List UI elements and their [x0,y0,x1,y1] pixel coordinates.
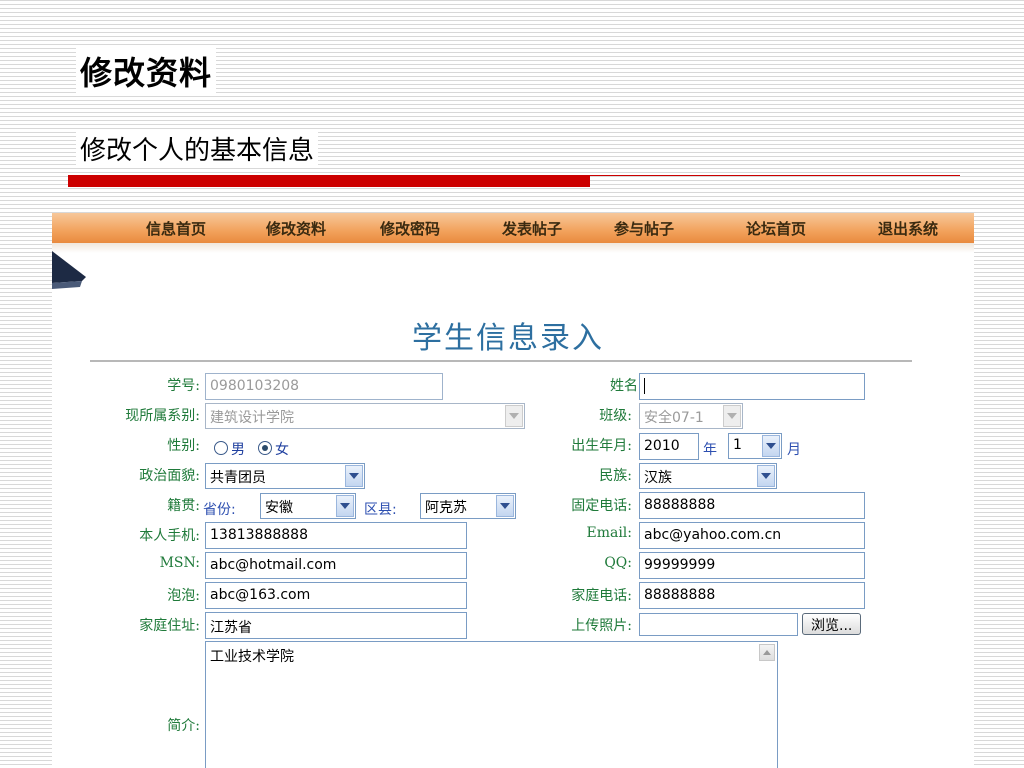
red-divider-thin [590,175,960,176]
name-field[interactable] [639,373,865,400]
mobile-field[interactable]: 13813888888 [205,522,467,549]
browse-button[interactable]: 浏览... [802,613,862,635]
label-department: 现所属系别: [125,408,200,424]
gender-male-radio[interactable] [214,441,228,455]
nav-bar: 信息首页 修改资料 修改密码 发表帖子 参与帖子 论坛首页 退出系统 [52,213,974,243]
qq-field[interactable]: 99999999 [639,552,865,579]
label-name: 姓名 [610,378,638,394]
text-caret [644,378,645,394]
label-native-place: 籍贯: [167,498,200,514]
nav-item-joined-posts[interactable]: 参与帖子 [614,218,674,239]
slide-title: 修改资料 [76,48,217,94]
chevron-down-icon [496,495,514,517]
label-email: Email: [586,525,632,541]
birth-month-value: 1 [733,437,742,453]
nav-item-logout[interactable]: 退出系统 [878,218,938,239]
ethnicity-select[interactable]: 汉族 [639,463,777,489]
red-divider-thick [68,175,590,187]
arrow-decoration-icon [52,251,86,289]
gender-female-label: 女 [275,442,289,458]
nav-item-change-password[interactable]: 修改密码 [380,218,440,239]
label-class: 班级: [599,408,632,424]
paopao-field[interactable]: abc@163.com [205,582,467,609]
label-political: 政治面貌: [139,468,200,484]
chevron-down-icon [762,435,780,457]
province-value: 安徽 [265,500,293,516]
label-gender: 性别: [167,438,200,454]
label-ethnicity: 民族: [599,468,632,484]
chevron-down-icon [723,405,741,427]
photo-path-field[interactable] [639,613,798,636]
label-paopao: 泡泡: [167,588,200,604]
department-select[interactable]: 建筑设计学院 [205,403,525,429]
chevron-down-icon [505,405,523,427]
address-field[interactable]: 江苏省 [205,612,467,639]
province-label: 省份: [203,502,236,518]
label-landline: 固定电话: [571,498,632,514]
chevron-down-icon [345,465,363,487]
gender-male-label: 男 [231,442,245,458]
email-field[interactable]: abc@yahoo.com.cn [639,522,865,549]
year-unit: 年 [703,442,717,458]
chevron-down-icon [757,465,775,487]
class-value: 安全07-1 [644,410,704,426]
nav-item-forum-home[interactable]: 论坛首页 [746,218,806,239]
label-mobile: 本人手机: [139,528,200,544]
msn-field[interactable]: abc@hotmail.com [205,552,467,579]
intro-text: 工业技术学院 [210,649,294,665]
county-select[interactable]: 阿克苏 [420,493,516,519]
label-student-id: 学号: [167,378,200,394]
nav-item-new-post[interactable]: 发表帖子 [502,218,562,239]
label-photo: 上传照片: [571,618,632,634]
province-select[interactable]: 安徽 [260,493,356,519]
home-phone-field[interactable]: 88888888 [639,582,865,609]
label-msn: MSN: [159,555,200,571]
landline-field[interactable]: 88888888 [639,492,865,519]
scroll-up-icon[interactable] [759,644,775,661]
label-birth: 出生年月: [571,438,632,454]
intro-textarea[interactable]: 工业技术学院 [205,641,778,768]
ethnicity-value: 汉族 [644,470,672,486]
county-label: 区县: [364,502,397,518]
form-title: 学生信息录入 [412,321,604,356]
form-screenshot: 信息首页 修改资料 修改密码 发表帖子 参与帖子 论坛首页 退出系统 学生信息录… [52,213,974,768]
class-select[interactable]: 安全07-1 [639,403,743,429]
label-intro: 简介: [167,718,200,734]
political-select[interactable]: 共青团员 [205,463,365,489]
county-value: 阿克苏 [425,500,467,516]
political-value: 共青团员 [210,470,266,486]
birth-month-select[interactable]: 1 [728,433,782,459]
nav-item-info-home[interactable]: 信息首页 [146,218,206,239]
label-address: 家庭住址: [139,618,200,634]
student-id-field[interactable]: 0980103208 [205,373,443,400]
chevron-down-icon [336,495,354,517]
nav-item-edit-profile[interactable]: 修改资料 [266,218,326,239]
birth-year-field[interactable]: 2010 [639,433,699,460]
department-value: 建筑设计学院 [210,410,294,426]
month-unit: 月 [787,442,801,458]
gender-female-radio[interactable] [258,441,272,455]
title-divider [90,360,912,362]
label-qq: QQ: [604,555,632,571]
label-home-phone: 家庭电话: [571,588,632,604]
slide-subtitle: 修改个人的基本信息 [76,130,319,167]
nav-shadow [52,243,974,253]
